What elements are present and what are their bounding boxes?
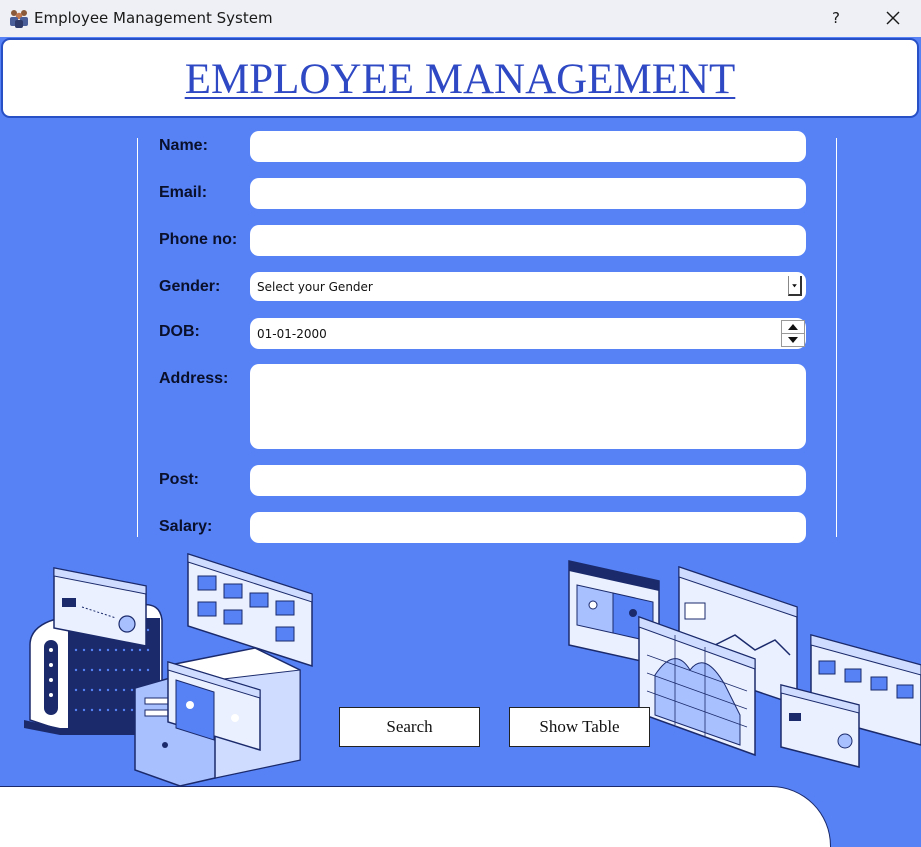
form-border-left: [137, 138, 138, 537]
window-title: Employee Management System: [34, 9, 273, 27]
address-textarea[interactable]: [250, 364, 806, 449]
name-input[interactable]: [250, 131, 806, 162]
phone-input[interactable]: [250, 225, 806, 256]
spin-down-icon[interactable]: [781, 333, 805, 347]
spin-up-icon[interactable]: [781, 320, 805, 334]
help-button[interactable]: ?: [824, 6, 848, 30]
post-label: Post:: [159, 471, 199, 488]
name-label: Name:: [159, 137, 208, 154]
post-input[interactable]: [250, 465, 806, 496]
dob-input[interactable]: 01-01-2000: [250, 318, 806, 349]
dob-label: DOB:: [159, 323, 200, 340]
gender-label: Gender:: [159, 278, 221, 295]
page-title: EMPLOYEE MANAGEMENT: [184, 56, 736, 103]
phone-label: Phone no:: [159, 231, 238, 248]
gender-select[interactable]: Select your Gender: [250, 272, 806, 301]
gender-select-value: Select your Gender: [257, 280, 373, 294]
show-table-button[interactable]: Show Table: [509, 707, 650, 747]
dob-input-value: 01-01-2000: [257, 327, 327, 341]
bottom-panel: [0, 786, 831, 847]
close-icon[interactable]: [880, 6, 906, 30]
search-button[interactable]: Search: [339, 707, 480, 747]
form-border-right: [836, 138, 837, 537]
address-label: Address:: [159, 370, 229, 387]
title-bar: Employee Management System ?: [0, 0, 921, 37]
email-label: Email:: [159, 184, 208, 201]
dropdown-arrow-icon[interactable]: [788, 276, 802, 296]
salary-label: Salary:: [159, 518, 213, 535]
email-input[interactable]: [250, 178, 806, 209]
salary-input[interactable]: [250, 512, 806, 543]
server-devices-illustration: [24, 552, 313, 787]
header-panel: EMPLOYEE MANAGEMENT: [1, 38, 919, 118]
people-icon: [10, 10, 28, 28]
